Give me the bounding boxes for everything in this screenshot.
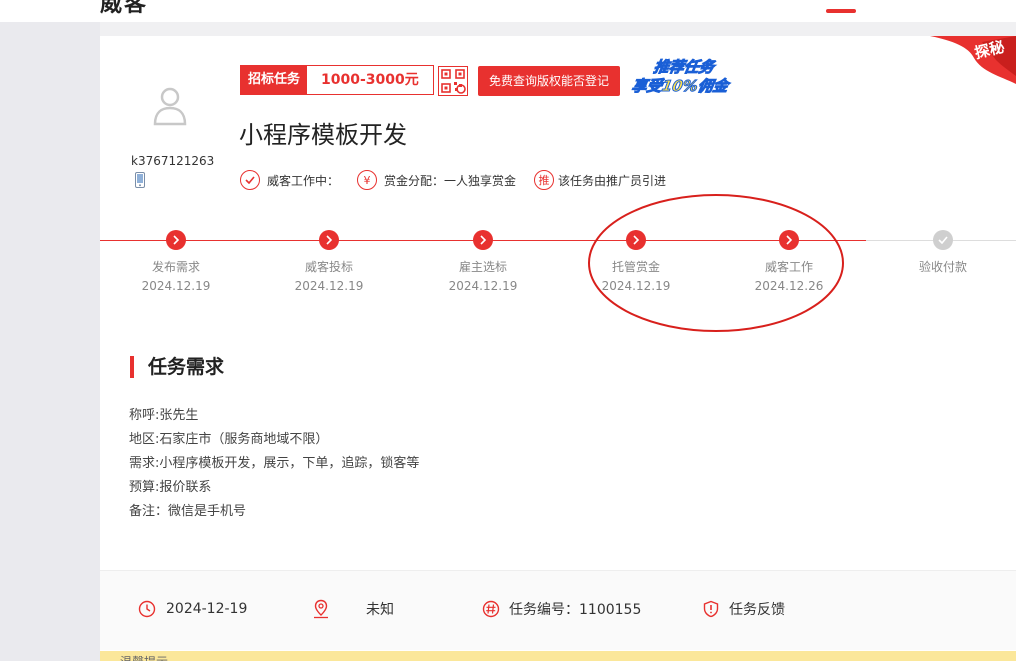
step-publish: 发布需求 2024.12.19 bbox=[121, 230, 231, 293]
chevron-right-icon bbox=[319, 230, 339, 250]
step-name: 雇主选标 bbox=[458, 260, 507, 274]
location-text: 未知 bbox=[366, 602, 394, 618]
promoter-item: 推 该任务由推广员引进 bbox=[534, 170, 666, 190]
step-name: 发布需求 bbox=[151, 260, 200, 274]
publish-date: 2024-12-19 bbox=[166, 601, 248, 617]
task-meta-row: 威客工作中： ¥ 赏金分配：一人独享赏金 推 该任务由推广员引进 bbox=[240, 168, 684, 192]
check-circle-icon bbox=[240, 170, 260, 190]
clock-icon bbox=[138, 600, 156, 618]
req-budget: 预算:报价联系 bbox=[129, 480, 212, 495]
promoter-badge-icon: 推 bbox=[534, 170, 555, 190]
reward-split-text: 赏金分配：一人独享赏金 bbox=[384, 173, 517, 188]
bid-task-label: 招标任务 bbox=[241, 66, 308, 94]
chevron-right-icon bbox=[166, 230, 186, 250]
promo-line-2: 享受10%佣金 bbox=[630, 77, 730, 96]
req-need: 需求:小程序模板开发，展示，下单，追踪，锁客等 bbox=[129, 456, 420, 471]
step-date: 2024.12.19 bbox=[448, 279, 518, 293]
page-background-left bbox=[0, 22, 100, 661]
qr-code-icon[interactable] bbox=[438, 66, 468, 96]
reward-split-item: ¥ 赏金分配：一人独享赏金 bbox=[357, 170, 516, 190]
requirements-heading: 任务需求 bbox=[130, 356, 224, 378]
recommended-task-badge[interactable]: 推荐任务 享受10%佣金 bbox=[630, 56, 752, 98]
step-bid: 威客投标 2024.12.19 bbox=[274, 230, 384, 293]
copyright-check-button[interactable]: 免费查询版权能否登记 bbox=[478, 66, 620, 96]
site-logo-fragment[interactable]: 威客 bbox=[100, 0, 148, 18]
promoter-text: 该任务由推广员引进 bbox=[558, 173, 667, 188]
feedback-item[interactable]: 任务反馈 bbox=[702, 596, 785, 622]
shield-alert-icon bbox=[703, 600, 719, 618]
user-icon bbox=[153, 87, 187, 126]
task-number-item: 任务编号：1100155 bbox=[482, 596, 641, 622]
yuan-icon: ¥ bbox=[357, 170, 378, 190]
step-acceptance: 验收付款 bbox=[888, 230, 998, 279]
annotation-ellipse bbox=[588, 194, 844, 332]
check-icon bbox=[933, 230, 953, 250]
step-date: 2024.12.19 bbox=[141, 279, 211, 293]
requirements-list: 称呼:张先生 地区:石家庄市（服务商地域不限） 需求:小程序模板开发，展示，下单… bbox=[129, 404, 419, 524]
chevron-right-icon bbox=[473, 230, 493, 250]
task-detail-card: k3767121263 招标任务 1000-3000元 免费查询版权能否登记 推… bbox=[100, 36, 1016, 661]
promo-line-1: 推荐任务 bbox=[652, 58, 716, 77]
hash-icon bbox=[482, 600, 500, 618]
location-pin-icon bbox=[314, 599, 328, 619]
status-item: 威客工作中： bbox=[240, 170, 339, 190]
feedback-link[interactable]: 任务反馈 bbox=[729, 599, 785, 619]
notice-text: 温馨提示 bbox=[120, 653, 168, 661]
publish-date-item: 2024-12-19 bbox=[138, 596, 247, 622]
footer-info-row: 2024-12-19 未知 任务编号：1100155 任务反馈 bbox=[100, 596, 1016, 622]
top-header: 威客 bbox=[0, 0, 1016, 22]
step-name: 威客投标 bbox=[304, 260, 353, 274]
step-select: 雇主选标 2024.12.19 bbox=[428, 230, 538, 293]
progress-steps: 发布需求 2024.12.19 威客投标 2024.12.19 雇主选标 202… bbox=[100, 230, 1016, 310]
location-item: 未知 bbox=[312, 596, 394, 622]
username[interactable]: k3767121263 bbox=[131, 154, 214, 168]
active-nav-indicator bbox=[826, 9, 856, 13]
task-number: 任务编号：1100155 bbox=[509, 602, 642, 618]
status-text: 威客工作中： bbox=[267, 173, 340, 188]
explore-corner-badge[interactable]: 探秘 bbox=[930, 36, 1016, 84]
req-region: 地区:石家庄市（服务商地域不限） bbox=[129, 432, 329, 447]
mobile-icon bbox=[135, 172, 145, 188]
task-type-tag: 招标任务 1000-3000元 bbox=[240, 65, 434, 95]
step-date: 2024.12.19 bbox=[294, 279, 364, 293]
req-contact: 称呼:张先生 bbox=[129, 408, 199, 423]
task-title: 小程序模板开发 bbox=[239, 121, 407, 149]
reward-amount: 1000-3000元 bbox=[307, 66, 433, 94]
req-note: 备注：微信是手机号 bbox=[129, 504, 247, 519]
notice-bar: 温馨提示 bbox=[100, 651, 1016, 661]
step-name: 验收付款 bbox=[918, 260, 967, 274]
